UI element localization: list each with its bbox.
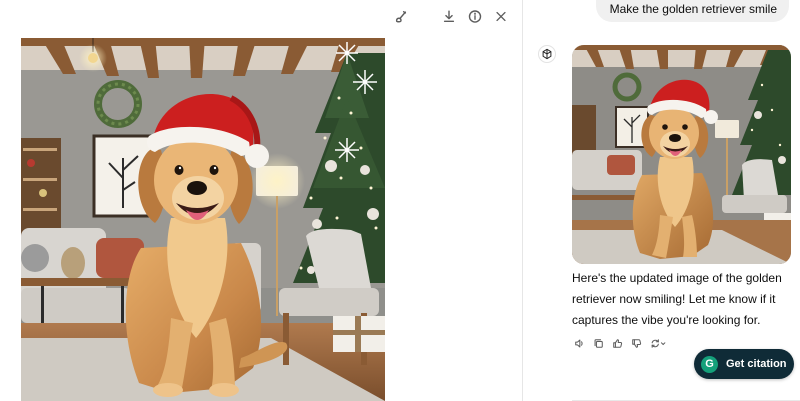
brush-icon bbox=[395, 10, 407, 22]
message-actions bbox=[573, 337, 667, 350]
get-citation-button[interactable]: G Get citation bbox=[694, 349, 794, 379]
copy-button[interactable] bbox=[592, 337, 604, 350]
download-button[interactable] bbox=[442, 7, 456, 25]
download-icon bbox=[443, 10, 455, 22]
image-viewer bbox=[0, 0, 523, 401]
bad-response-button[interactable] bbox=[630, 337, 642, 350]
regenerate-button[interactable] bbox=[649, 337, 667, 350]
assistant-reply: Here's the updated image of the golden r… bbox=[572, 271, 782, 327]
info-button[interactable] bbox=[468, 7, 482, 25]
generated-image-thumbnail[interactable] bbox=[572, 45, 791, 264]
get-citation-label: Get citation bbox=[726, 358, 787, 370]
thumbs-up-icon bbox=[612, 339, 622, 348]
viewer-toolbar bbox=[394, 7, 508, 25]
assistant-avatar bbox=[538, 45, 556, 63]
read-aloud-button[interactable] bbox=[573, 337, 585, 350]
chat-panel: Make the golden retriever smile Here's t… bbox=[524, 0, 800, 401]
user-message: Make the golden retriever smile bbox=[595, 0, 789, 22]
close-icon bbox=[496, 11, 506, 21]
generated-image-large bbox=[21, 38, 385, 401]
info-icon bbox=[468, 9, 482, 23]
close-button[interactable] bbox=[494, 7, 508, 25]
good-response-button[interactable] bbox=[611, 337, 623, 350]
regenerate-icon bbox=[651, 339, 666, 348]
citation-logo-icon: G bbox=[701, 355, 718, 373]
retriever-illustration bbox=[21, 38, 385, 401]
thumbs-down-icon bbox=[631, 339, 641, 348]
openai-logo-icon bbox=[542, 48, 552, 60]
edit-image-button[interactable] bbox=[394, 7, 408, 25]
speaker-icon bbox=[574, 339, 583, 348]
copy-icon bbox=[594, 339, 603, 348]
retriever-thumbnail-illustration bbox=[572, 45, 791, 264]
